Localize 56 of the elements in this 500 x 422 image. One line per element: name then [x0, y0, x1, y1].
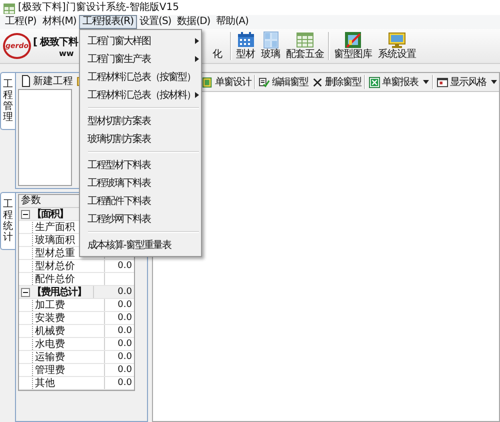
menu-item[interactable]: 成本核算-窗型重量表: [80, 236, 202, 254]
toolbar-button[interactable]: 编辑窗型: [257, 75, 310, 89]
side-tab[interactable]: 工程管理: [0, 72, 15, 130]
property-name: 型材总重: [32, 248, 75, 258]
property-name: 运输费: [32, 352, 65, 362]
toolbar-button[interactable]: 型材: [234, 30, 257, 62]
toolbar-button[interactable]: 化: [206, 30, 228, 62]
value-text: 0.0: [118, 352, 132, 362]
property-name: 水电费: [32, 338, 65, 350]
toolbar-button[interactable]: 显示风格: [435, 75, 499, 89]
toolbar-button[interactable]: 删除窗型: [310, 75, 363, 89]
menu-item[interactable]: 工程门窗大样图: [80, 32, 202, 50]
menu-item[interactable]: 工程纱网下料表: [80, 210, 202, 228]
value-text: 0.0: [118, 326, 132, 336]
toolbar-button[interactable]: 窗型图库: [332, 30, 374, 62]
value-text: 0.0: [118, 300, 132, 310]
menu-item[interactable]: 工程玻璃下料表: [80, 174, 202, 192]
new-project-button[interactable]: 新建工程: [20, 74, 73, 88]
side-tab[interactable]: 工程统计: [0, 192, 15, 250]
brand-url: ww: [58, 48, 75, 58]
value-text: 0.0: [118, 338, 132, 350]
value-text: 0.0: [118, 312, 132, 324]
property-name: 配件总价: [32, 274, 75, 284]
value-text: 0.0: [118, 260, 132, 272]
menu-item[interactable]: 数据(D): [174, 15, 214, 29]
menu-item[interactable]: 工程材料汇总表（按窗型）: [80, 68, 202, 86]
menu-item[interactable]: 工程型材下料表: [80, 156, 202, 174]
group-label: 【面积】: [32, 208, 68, 220]
value-text: 0.0: [118, 364, 132, 376]
property-name: 机械费: [32, 326, 65, 336]
group-label: 【费用总计】: [32, 286, 86, 298]
menu-item[interactable]: 材料(M): [39, 15, 80, 29]
property-name: 生产面积: [32, 222, 75, 232]
property-name: 安装费: [32, 312, 65, 324]
menu-item[interactable]: 设置(S): [136, 15, 174, 29]
property-name: 管理费: [32, 364, 65, 376]
toolbar-button[interactable]: 玻璃: [259, 30, 282, 62]
menu-item[interactable]: 型材切割方案表: [80, 112, 202, 130]
property-name: 加工费: [32, 300, 65, 310]
menu-item[interactable]: 工程材料汇总表（按材料）: [80, 86, 202, 104]
property-name: 玻璃面积: [32, 234, 75, 246]
value-text: 0.0: [118, 286, 132, 298]
menu-item[interactable]: 玻璃切割方案表: [80, 130, 202, 148]
brand-name: [ 极致下料: [33, 36, 78, 48]
toolbar-button[interactable]: 系统设置: [376, 30, 418, 62]
value-text: 0.0: [118, 378, 132, 388]
toolbar-button[interactable]: 配套五金: [284, 30, 326, 62]
menu-item[interactable]: 工程门窗生产表: [80, 50, 202, 68]
toolbar-button[interactable]: 单窗设计: [200, 75, 253, 89]
window-title: [极致下料]门窗设计系统-智能版V15: [18, 2, 179, 14]
property-name: 其他: [32, 378, 55, 388]
menu-item[interactable]: 工程报表(R): [79, 15, 137, 29]
menu-item[interactable]: 帮助(A): [213, 15, 252, 29]
menu-item[interactable]: 工程(P): [2, 15, 40, 29]
toolbar-button[interactable]: 单窗报表: [367, 75, 431, 89]
property-name: 型材总价: [32, 260, 75, 272]
